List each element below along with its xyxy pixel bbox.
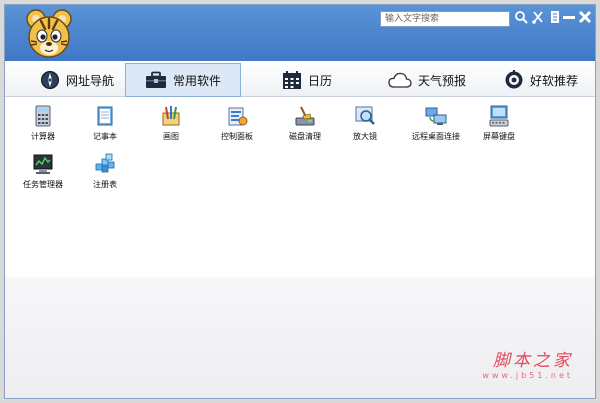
- app-task-manager[interactable]: 任务管理器: [13, 151, 73, 199]
- app-paint[interactable]: 画图: [141, 103, 201, 151]
- tab-common-software[interactable]: 常用软件: [125, 63, 241, 97]
- app-label: 任务管理器: [23, 180, 63, 189]
- header-bar: [5, 5, 595, 61]
- app-disk-cleanup[interactable]: 磁盘清理: [275, 103, 335, 151]
- app-label: 磁盘清理: [289, 132, 321, 141]
- paint-icon: [162, 106, 180, 126]
- app-label: 计算器: [31, 132, 55, 141]
- recommend-icon: [505, 70, 523, 89]
- app-calculator[interactable]: 计算器: [13, 103, 73, 151]
- app-window: 网址导航 常用软件 日历: [4, 4, 596, 399]
- software-grid: 计算器 记事本 画图 控制面板 磁盘清理 放大镜 远程桌面连接 屏幕键盘 任务管…: [5, 97, 595, 277]
- app-label: 远程桌面连接: [412, 132, 460, 141]
- minimize-icon[interactable]: [561, 10, 577, 26]
- registry-icon: [95, 153, 115, 173]
- compass-icon: [40, 71, 59, 89]
- control-panel-icon: [228, 107, 248, 126]
- calendar-icon: [282, 71, 301, 89]
- calculator-icon: [35, 105, 51, 127]
- app-notepad[interactable]: 记事本: [75, 103, 135, 151]
- app-on-screen-keyboard[interactable]: 屏幕键盘: [469, 103, 529, 151]
- app-label: 控制面板: [221, 132, 253, 141]
- watermark-text: 脚本之家: [493, 351, 573, 371]
- search-input[interactable]: [380, 11, 510, 27]
- task-manager-icon: [33, 154, 53, 174]
- app-label: 屏幕键盘: [483, 132, 515, 141]
- on-screen-keyboard-icon: [489, 105, 509, 127]
- empty-area: [5, 277, 595, 398]
- tiger-logo: [26, 9, 72, 58]
- tab-label: 网址导航: [65, 73, 114, 88]
- tab-weather[interactable]: 天气预报: [377, 63, 477, 97]
- tab-label: 天气预报: [417, 73, 466, 88]
- app-registry[interactable]: 注册表: [75, 151, 135, 199]
- app-label: 画图: [163, 132, 179, 141]
- tab-web-navigation[interactable]: 网址导航: [27, 63, 127, 97]
- remote-desktop-icon: [425, 107, 447, 125]
- app-label: 注册表: [93, 180, 117, 189]
- app-remote-desktop[interactable]: 远程桌面连接: [401, 103, 471, 151]
- tab-recommended[interactable]: 好软推荐: [493, 63, 589, 97]
- tab-label: 常用软件: [172, 73, 221, 88]
- magnifier-icon: [355, 106, 375, 125]
- close-icon[interactable]: [577, 10, 593, 26]
- toolbox-icon: [145, 71, 166, 88]
- tab-label: 好软推荐: [529, 73, 578, 88]
- app-magnifier[interactable]: 放大镜: [335, 103, 395, 151]
- tab-label: 日历: [307, 73, 332, 88]
- search-icon[interactable]: [513, 10, 529, 26]
- cloud-icon: [388, 72, 412, 88]
- disk-cleanup-icon: [295, 106, 315, 126]
- tab-calendar[interactable]: 日历: [267, 63, 347, 97]
- nav-tabs: 网址导航 常用软件 日历 天气预报 好软推荐: [5, 61, 595, 97]
- notepad-icon: [97, 106, 113, 126]
- watermark-url: www.jb51.net: [482, 371, 573, 380]
- watermark: 脚本之家 www.jb51.net: [482, 346, 573, 380]
- app-control-panel[interactable]: 控制面板: [207, 103, 267, 151]
- app-label: 记事本: [93, 132, 117, 141]
- app-label: 放大镜: [353, 132, 377, 141]
- skin-icon[interactable]: [530, 10, 546, 26]
